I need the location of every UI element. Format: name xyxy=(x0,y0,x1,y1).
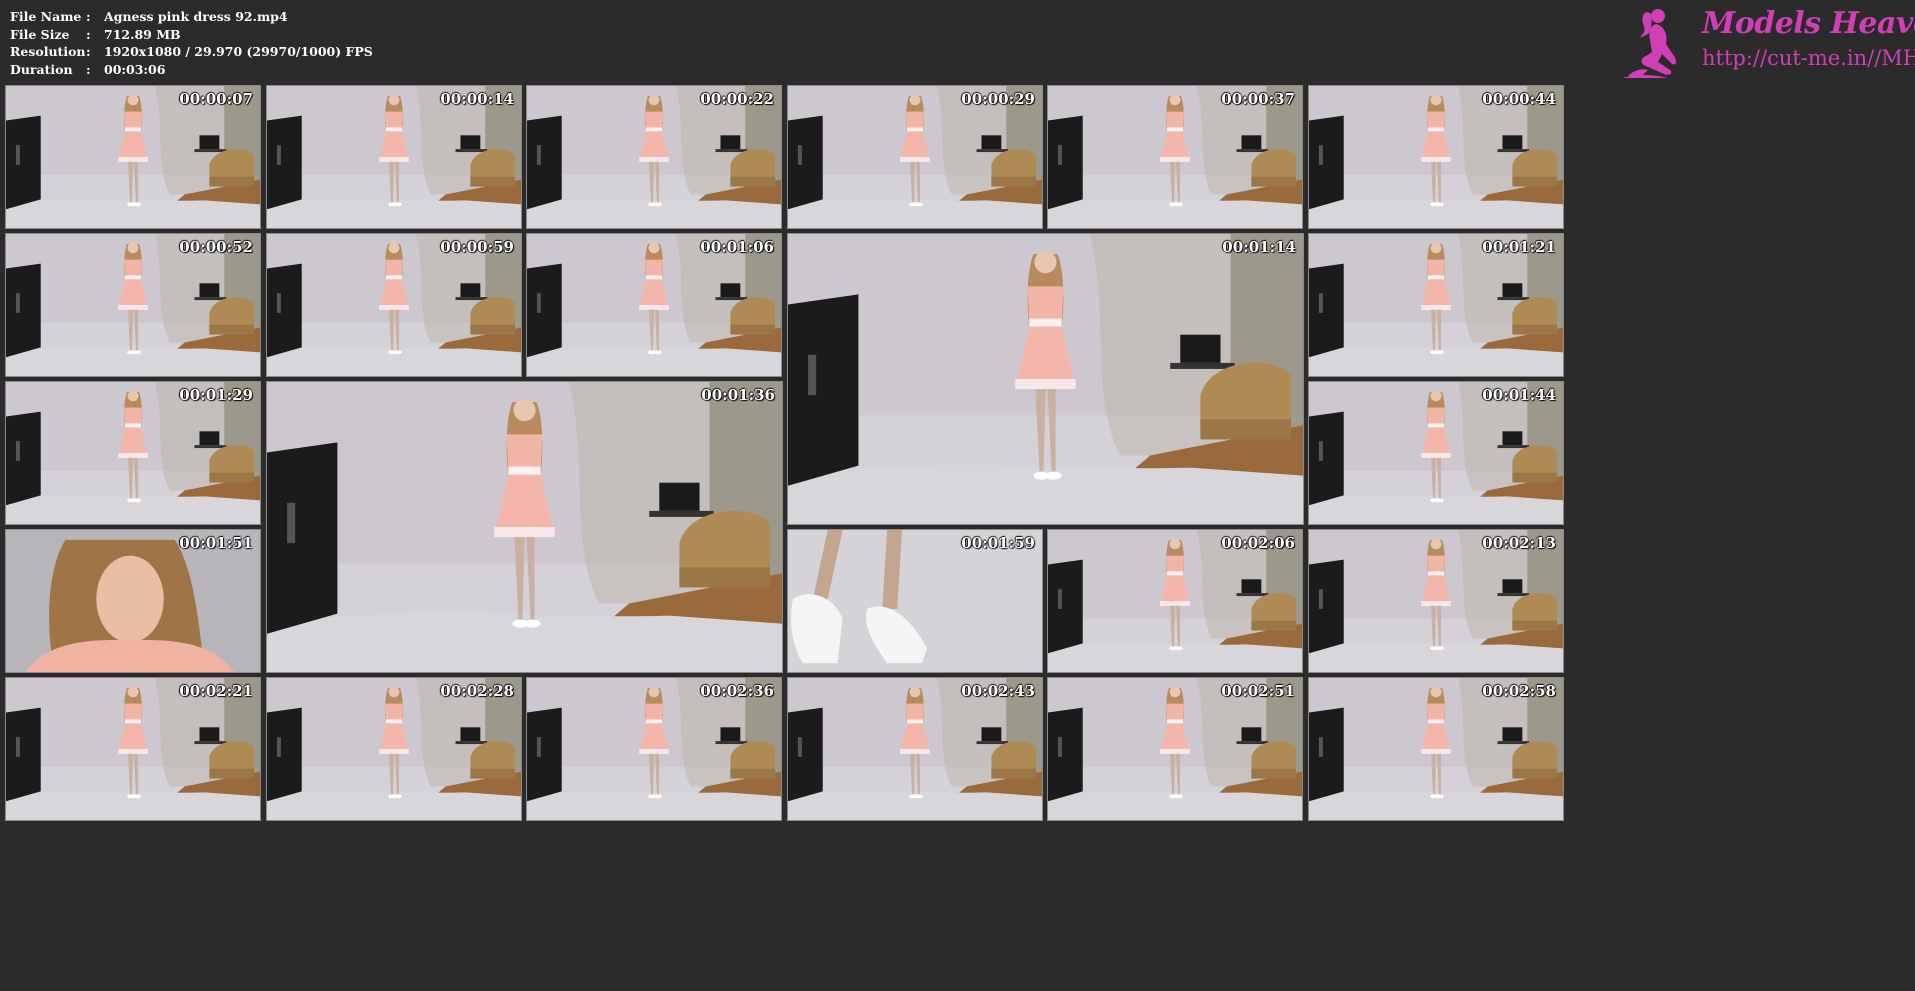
video-thumbnail[interactable]: 00:02:58 xyxy=(1308,677,1564,821)
file-size-value: 712.89 MB xyxy=(104,26,181,42)
file-info: File Name : Agness pink dress 92.mp4 Fil… xyxy=(10,8,373,78)
thumbnail-timestamp: 00:01:36 xyxy=(701,386,775,404)
video-thumbnail[interactable]: 00:00:14 xyxy=(266,85,522,229)
thumbnail-timestamp: 00:00:29 xyxy=(961,90,1035,108)
thumbnail-timestamp: 00:02:36 xyxy=(700,682,774,700)
video-thumbnail[interactable]: 00:02:13 xyxy=(1308,529,1564,673)
video-thumbnail[interactable]: 00:01:44 xyxy=(1308,381,1564,525)
separator: : xyxy=(86,26,91,42)
video-thumbnail[interactable]: 00:01:59 xyxy=(787,529,1043,673)
silhouette-logo-icon xyxy=(1622,9,1677,78)
video-thumbnail[interactable]: 00:00:52 xyxy=(5,233,261,377)
video-thumbnail[interactable]: 00:02:21 xyxy=(5,677,261,821)
resolution-row: Resolution : 1920x1080 / 29.970 (29970/1… xyxy=(10,43,373,61)
video-thumbnail[interactable]: 00:01:36 xyxy=(266,381,783,673)
thumbnail-timestamp: 00:02:51 xyxy=(1221,682,1295,700)
thumbnail-image xyxy=(788,234,1303,524)
thumbnail-timestamp: 00:02:58 xyxy=(1482,682,1556,700)
thumbnail-timestamp: 00:00:59 xyxy=(440,238,514,256)
thumbnail-timestamp: 00:00:52 xyxy=(179,238,253,256)
thumbnail-timestamp: 00:00:37 xyxy=(1221,90,1295,108)
file-name-value: Agness pink dress 92.mp4 xyxy=(104,9,288,24)
thumbnail-timestamp: 00:01:06 xyxy=(700,238,774,256)
video-thumbnail[interactable]: 00:00:29 xyxy=(787,85,1043,229)
video-thumbnail[interactable]: 00:01:14 xyxy=(787,233,1304,525)
video-thumbnail[interactable]: 00:02:36 xyxy=(526,677,782,821)
contact-sheet-header: File Name : Agness pink dress 92.mp4 Fil… xyxy=(0,0,1915,82)
thumbnail-timestamp: 00:01:29 xyxy=(179,386,253,404)
video-thumbnail[interactable]: 00:01:51 xyxy=(5,529,261,673)
thumbnail-timestamp: 00:02:43 xyxy=(961,682,1035,700)
video-thumbnail[interactable]: 00:00:59 xyxy=(266,233,522,377)
video-thumbnail[interactable]: 00:02:51 xyxy=(1047,677,1303,821)
video-thumbnail[interactable]: 00:00:07 xyxy=(5,85,261,229)
thumbnail-timestamp: 00:00:07 xyxy=(179,90,253,108)
thumbnail-timestamp: 00:02:06 xyxy=(1221,534,1295,552)
thumbnail-timestamp: 00:02:28 xyxy=(440,682,514,700)
video-thumbnail[interactable]: 00:02:28 xyxy=(266,677,522,821)
separator: : xyxy=(86,44,91,59)
resolution-label: Resolution xyxy=(10,44,86,59)
logo-title: Models Heaven xyxy=(1702,6,1915,41)
logo-url: http://cut-me.in//MH xyxy=(1702,46,1915,70)
file-name-label: File Name xyxy=(10,9,82,24)
thumbnail-timestamp: 00:00:22 xyxy=(700,90,774,108)
duration-value: 00:03:06 xyxy=(104,61,166,77)
video-thumbnail[interactable]: 00:00:37 xyxy=(1047,85,1303,229)
file-size-label: File Size xyxy=(10,26,70,42)
thumbnail-timestamp: 00:01:21 xyxy=(1482,238,1556,256)
thumbnail-timestamp: 00:01:44 xyxy=(1482,386,1556,404)
video-thumbnail[interactable]: 00:02:06 xyxy=(1047,529,1303,673)
video-thumbnail[interactable]: 00:02:43 xyxy=(787,677,1043,821)
video-thumbnail[interactable]: 00:01:21 xyxy=(1308,233,1564,377)
thumbnail-timestamp: 00:00:14 xyxy=(440,90,514,108)
file-name-row: File Name : Agness pink dress 92.mp4 xyxy=(10,8,373,26)
thumbnail-image xyxy=(267,382,782,672)
separator: : xyxy=(86,61,91,77)
video-thumbnail[interactable]: 00:00:22 xyxy=(526,85,782,229)
thumbnail-timestamp: 00:01:59 xyxy=(961,534,1035,552)
video-thumbnail[interactable]: 00:01:06 xyxy=(526,233,782,377)
separator: : xyxy=(86,9,91,24)
thumbnail-timestamp: 00:01:51 xyxy=(179,534,253,552)
thumbnail-timestamp: 00:00:44 xyxy=(1482,90,1556,108)
resolution-value: 1920x1080 / 29.970 (29970/1000) FPS xyxy=(104,44,373,59)
video-thumbnail[interactable]: 00:00:44 xyxy=(1308,85,1564,229)
file-size-row: File Size : 712.89 MB xyxy=(10,26,373,44)
duration-label: Duration xyxy=(10,61,73,77)
models-heaven-logo: Models Heaven http://cut-me.in//MH xyxy=(1618,4,1915,80)
thumbnail-timestamp: 00:01:14 xyxy=(1222,238,1296,256)
duration-row: Duration : 00:03:06 xyxy=(10,61,373,79)
thumbnail-timestamp: 00:02:21 xyxy=(179,682,253,700)
thumbnail-timestamp: 00:02:13 xyxy=(1482,534,1556,552)
video-thumbnail[interactable]: 00:01:29 xyxy=(5,381,261,525)
